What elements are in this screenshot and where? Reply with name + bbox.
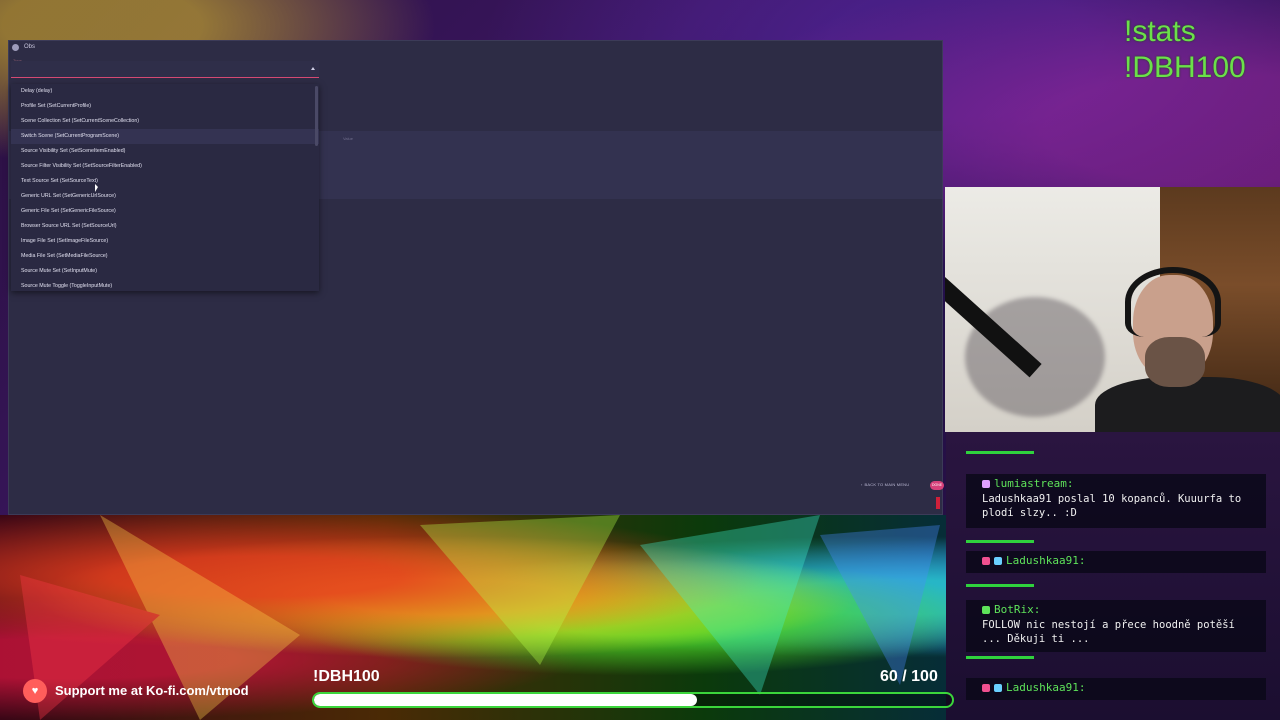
dropdown-option[interactable]: Source Visibility Set (SetSceneItemEnabl… <box>11 144 319 159</box>
chat-message: Ladushkaa91: <box>966 551 1266 573</box>
command-overlay: !stats !DBH100 <box>1124 14 1246 86</box>
chat-username: BotRix: <box>994 603 1041 616</box>
chat-divider <box>966 656 1034 659</box>
goal-target: 100 <box>911 668 938 685</box>
dropdown-option[interactable]: Delay (delay) <box>11 84 319 99</box>
dropdown-option[interactable]: Switch Scene (SetCurrentProgramScene) <box>11 129 319 144</box>
subscriber-badge-icon <box>982 683 990 692</box>
chat-message: Ladushkaa91: <box>966 678 1266 700</box>
goal-count: 60 / 100 <box>880 668 938 686</box>
dropdown-option[interactable]: Scene Collection Set (SetCurrentSceneCol… <box>11 114 319 129</box>
type-select[interactable] <box>11 61 319 78</box>
goal-label: !DBH100 <box>313 668 380 685</box>
chat-divider <box>966 584 1034 587</box>
chat-username: Ladushkaa91: <box>1006 681 1086 694</box>
heart-cup-icon: ♥ <box>23 678 47 703</box>
obs-titlebar: Obs <box>9 41 942 53</box>
chat-text: FOLLOW nic nestojí a přece hoodně potěší… <box>982 619 1235 645</box>
dropdown-option[interactable]: Source Filter Visibility Set (SetSourceF… <box>11 159 319 174</box>
dropdown-option[interactable]: Media File Set (SetMediaFileSource) <box>11 249 319 264</box>
dropdown-option[interactable]: Browser Source URL Set (SetSourceUrl) <box>11 219 319 234</box>
chat-message: lumiastream: Ladushkaa91 poslal 10 kopan… <box>966 474 1266 528</box>
chat-divider <box>966 540 1034 543</box>
goal-current: 60 <box>880 668 898 685</box>
dropdown-option[interactable]: Image File Set (SetImageFileSource) <box>11 234 319 249</box>
verified-badge-icon <box>994 556 1002 565</box>
chevron-left-icon: ‹ <box>861 482 863 487</box>
subscriber-badge-icon <box>982 556 990 565</box>
dropdown-option[interactable]: Text Source Set (SetSourceText) <box>11 174 319 189</box>
obs-logo-icon <box>12 43 19 51</box>
chat-divider <box>966 451 1034 454</box>
red-marker <box>936 497 940 509</box>
dropdown-option[interactable]: Profile Set (SetCurrentProfile) <box>11 99 319 114</box>
chat-username-row: Ladushkaa91: <box>966 551 1266 569</box>
chat-username-row: lumiastream: <box>966 474 1266 492</box>
back-button-label: BACK TO MAIN MENU <box>864 482 910 487</box>
value-label: Value <box>343 136 353 141</box>
back-to-main-menu-button[interactable]: ‹ BACK TO MAIN MENU <box>861 482 909 487</box>
headset-icon <box>1125 267 1221 337</box>
goal-separator: / <box>902 668 907 685</box>
caret-up-icon <box>311 67 315 70</box>
chat-username: lumiastream: <box>994 477 1074 490</box>
dropdown-scrollbar[interactable] <box>315 86 318 146</box>
chat-username-row: Ladushkaa91: <box>966 678 1266 696</box>
kofi-banner: ♥ Support me at Ko-fi.com/vtmod <box>23 677 249 704</box>
command-stats: !stats <box>1124 15 1196 48</box>
obs-title: Obs <box>24 44 36 50</box>
command-dbh100: !DBH100 <box>1124 51 1246 84</box>
goal-progress-bar <box>312 692 954 708</box>
chat-text: Ladushkaa91 poslal 10 kopanců. Kuuurfa t… <box>982 493 1242 519</box>
verified-badge-icon <box>994 683 1002 692</box>
streamer-beard <box>1145 337 1205 387</box>
dropdown-option[interactable]: Generic URL Set (SetGenericUrlSource) <box>11 189 319 204</box>
done-button[interactable]: DONE <box>930 481 944 490</box>
bot-badge-icon <box>982 479 990 488</box>
chat-message: BotRix: FOLLOW nic nestojí a přece hoodn… <box>966 600 1266 652</box>
obs-window: Obs Type Value Delay (delay) Profile Set… <box>8 40 944 515</box>
dropdown-option[interactable]: Generic File Set (SetGenericFileSource) <box>11 204 319 219</box>
dropdown-option[interactable]: Source Mute Set (SetInputMute) <box>11 264 319 279</box>
webcam-feed <box>945 187 1280 432</box>
chat-username-row: BotRix: <box>966 600 1266 618</box>
type-dropdown-list[interactable]: Delay (delay) Profile Set (SetCurrentPro… <box>11 84 319 291</box>
chat-username: Ladushkaa91: <box>1006 554 1086 567</box>
goal-progress-fill <box>314 694 697 706</box>
kofi-text: Support me at Ko-fi.com/vtmod <box>55 683 249 698</box>
mouse-cursor-icon <box>95 184 98 192</box>
moderator-badge-icon <box>982 605 990 614</box>
dropdown-option[interactable]: Source Mute Toggle (ToggleInputMute) <box>11 279 319 291</box>
